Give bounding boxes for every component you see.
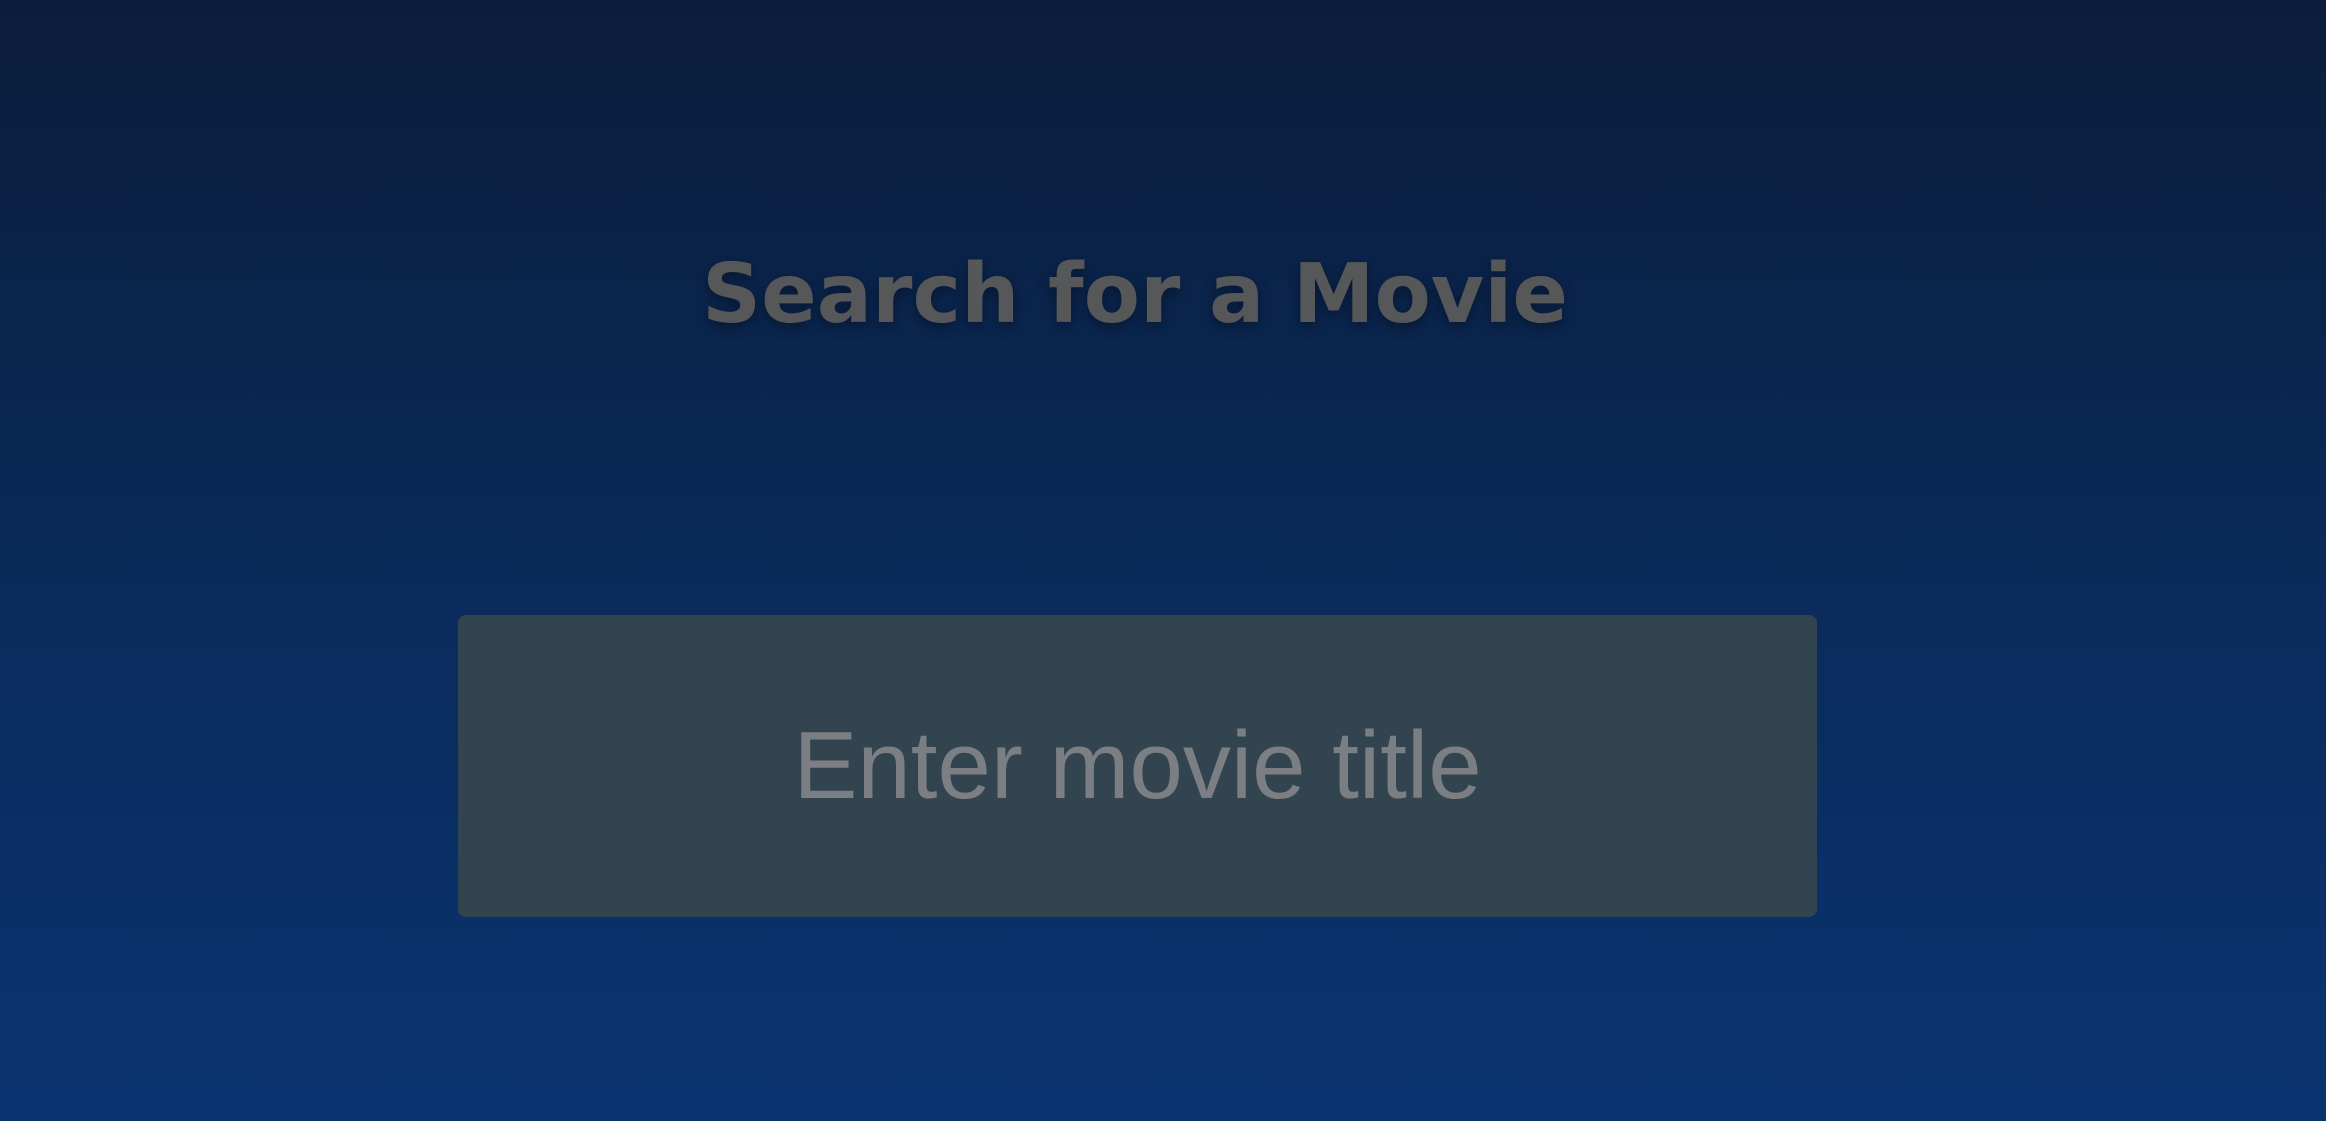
- page-title: Search for a Movie: [702, 247, 1568, 342]
- movie-search-input[interactable]: [458, 615, 1817, 917]
